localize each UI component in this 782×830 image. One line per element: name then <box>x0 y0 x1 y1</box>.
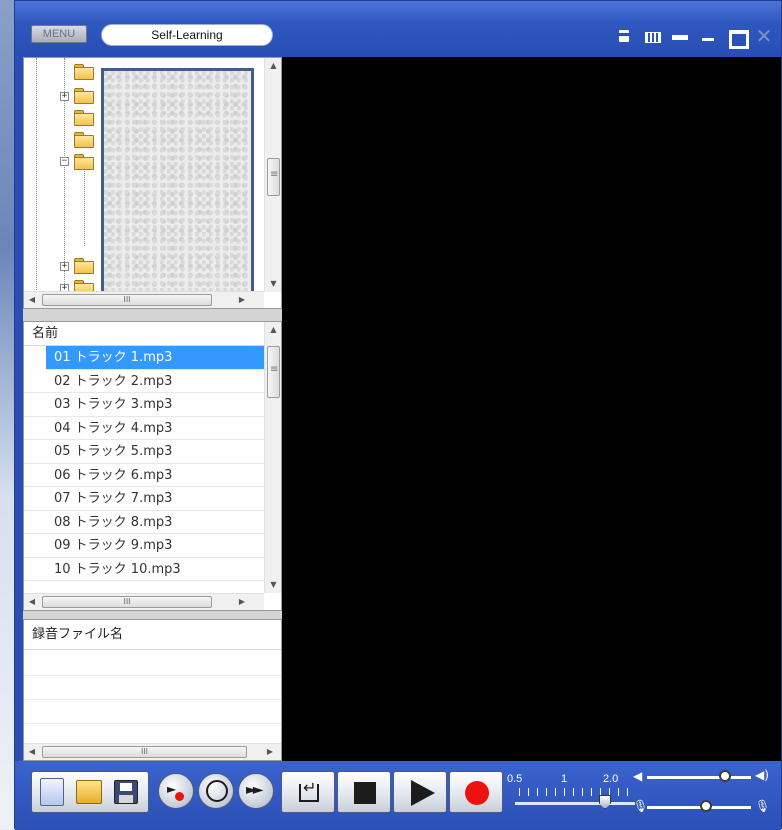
mic-low-icon: 🎙 <box>633 799 649 813</box>
new-document-icon[interactable] <box>40 778 64 806</box>
title-bar-controls: ✕ <box>615 26 773 49</box>
stop-icon <box>354 782 376 804</box>
list-item <box>24 652 281 676</box>
recording-list-panel: 録音ファイル名 ◀ III ▶ <box>23 619 282 761</box>
column-header-recording[interactable]: 録音ファイル名 <box>24 620 281 650</box>
recordings-horizontal-scrollbar[interactable]: ◀ III ▶ <box>24 743 281 760</box>
scroll-thumb[interactable]: III <box>42 596 212 608</box>
repeat-icon <box>206 780 228 802</box>
menu-button[interactable]: MENU <box>31 25 87 43</box>
volume-slider[interactable] <box>647 776 751 779</box>
track-item[interactable]: 09 トラック 9.mp3 <box>24 534 264 558</box>
record-dot-icon <box>175 792 184 801</box>
tracks-horizontal-scrollbar[interactable]: ◀ III ▶ <box>24 593 264 610</box>
return-icon <box>299 778 319 802</box>
track-item[interactable]: 07 トラック 7.mp3 <box>24 487 264 511</box>
folder-icon[interactable] <box>74 258 94 274</box>
window-title: Self-Learning <box>101 24 273 46</box>
fast-forward-icon: ►► <box>246 782 263 798</box>
file-tools-group <box>31 771 149 813</box>
mic-high-icon: 🎙 <box>755 799 771 813</box>
scroll-up-icon[interactable]: ▲ <box>265 58 282 74</box>
record-button[interactable] <box>449 771 503 813</box>
desktop-background <box>0 0 14 829</box>
pin-icon[interactable] <box>615 27 633 45</box>
scroll-left-icon[interactable]: ◀ <box>24 744 40 760</box>
scroll-thumb[interactable] <box>267 346 280 398</box>
folder-icon[interactable] <box>74 132 94 148</box>
maximize-icon[interactable] <box>727 27 749 49</box>
folder-icon[interactable] <box>74 154 94 170</box>
bar-icon[interactable] <box>671 27 689 45</box>
tree-guide <box>84 166 85 246</box>
scroll-thumb[interactable]: III <box>42 746 247 758</box>
close-icon[interactable]: ✕ <box>755 26 773 46</box>
grid-icon[interactable] <box>643 27 661 45</box>
redacted-tree-area <box>101 68 254 294</box>
play-button[interactable] <box>393 771 447 813</box>
tracks-vertical-scrollbar[interactable]: ▲ ▼ <box>264 322 281 593</box>
collapse-icon[interactable]: − <box>60 157 69 166</box>
scroll-right-icon[interactable]: ▶ <box>262 744 278 760</box>
scroll-left-icon[interactable]: ◀ <box>24 292 40 308</box>
track-item[interactable]: 05 トラック 5.mp3 <box>24 440 264 464</box>
speed-slider[interactable] <box>515 802 635 805</box>
track-item[interactable]: 01 トラック 1.mp3 <box>46 346 264 370</box>
speed-ticks <box>519 788 629 796</box>
speaker-high-icon: ◀) <box>755 768 769 782</box>
app-window: MENU Self-Learning ✕ + − + + ▲ ≡ ▼ ◀ III… <box>14 0 782 830</box>
speaker-low-icon: ◀ <box>633 769 643 783</box>
expand-icon[interactable]: + <box>60 262 69 271</box>
folder-tree[interactable]: + − + + ▲ ▼ ◀ III ▶ <box>23 57 282 309</box>
record-icon <box>465 781 489 805</box>
list-item <box>24 700 281 724</box>
folder-icon[interactable] <box>74 110 94 126</box>
scroll-up-icon[interactable]: ▲ <box>265 322 282 338</box>
return-button[interactable] <box>281 771 335 813</box>
scroll-right-icon[interactable]: ▶ <box>234 594 250 610</box>
recording-list <box>24 652 281 748</box>
track-item[interactable]: 10 トラック 10.mp3 <box>24 558 264 581</box>
track-list: 01 トラック 1.mp3 02 トラック 2.mp3 03 トラック 3.mp… <box>24 346 264 581</box>
playback-toolbar: ► ►► 0.5 1 2.0 ◀ ◀) 🎙 <box>15 761 781 830</box>
folder-icon[interactable] <box>74 88 94 104</box>
tree-guide <box>36 58 37 294</box>
tree-horizontal-scrollbar[interactable]: ◀ III ▶ <box>24 291 264 308</box>
title-bar: MENU Self-Learning ✕ <box>15 1 781 57</box>
scroll-left-icon[interactable]: ◀ <box>24 594 40 610</box>
left-panel: + − + + ▲ ▼ ◀ III ▶ 名前 <box>23 57 282 761</box>
speed-max-label: 2.0 <box>603 773 619 785</box>
track-item[interactable]: 02 トラック 2.mp3 <box>24 370 264 393</box>
scroll-thumb[interactable] <box>267 158 280 196</box>
speed-slider-handle[interactable] <box>599 795 611 809</box>
mic-volume-slider[interactable] <box>647 806 751 809</box>
fast-forward-button[interactable]: ►► <box>238 773 274 809</box>
track-item[interactable]: 06 トラック 6.mp3 <box>24 464 264 487</box>
track-list-panel: 名前 01 トラック 1.mp3 02 トラック 2.mp3 03 トラック 3… <box>23 321 282 611</box>
list-item <box>24 676 281 700</box>
scroll-right-icon[interactable]: ▶ <box>234 292 250 308</box>
track-item[interactable]: 04 トラック 4.mp3 <box>24 417 264 440</box>
track-item[interactable]: 03 トラック 3.mp3 <box>24 393 264 417</box>
minimize-icon[interactable] <box>699 27 717 45</box>
expand-icon[interactable]: + <box>60 92 69 101</box>
scroll-down-icon[interactable]: ▼ <box>265 577 282 593</box>
speed-mid-label: 1 <box>561 773 568 785</box>
repeat-button[interactable] <box>198 773 234 809</box>
save-icon[interactable] <box>114 780 138 804</box>
folder-icon[interactable] <box>74 64 94 80</box>
column-header-name[interactable]: 名前 <box>24 322 264 346</box>
tree-vertical-scrollbar[interactable]: ▲ ▼ <box>264 58 281 292</box>
ab-repeat-button[interactable]: ► <box>158 773 194 809</box>
speed-min-label: 0.5 <box>507 773 523 785</box>
scroll-thumb[interactable]: III <box>42 294 212 306</box>
scroll-down-icon[interactable]: ▼ <box>265 276 282 292</box>
play-icon <box>411 780 435 806</box>
video-display[interactable] <box>282 57 781 761</box>
stop-button[interactable] <box>337 771 391 813</box>
open-folder-icon[interactable] <box>76 780 102 804</box>
track-item[interactable]: 08 トラック 8.mp3 <box>24 511 264 534</box>
volume-slider-handle[interactable] <box>719 770 731 782</box>
mic-volume-slider-handle[interactable] <box>700 800 712 812</box>
